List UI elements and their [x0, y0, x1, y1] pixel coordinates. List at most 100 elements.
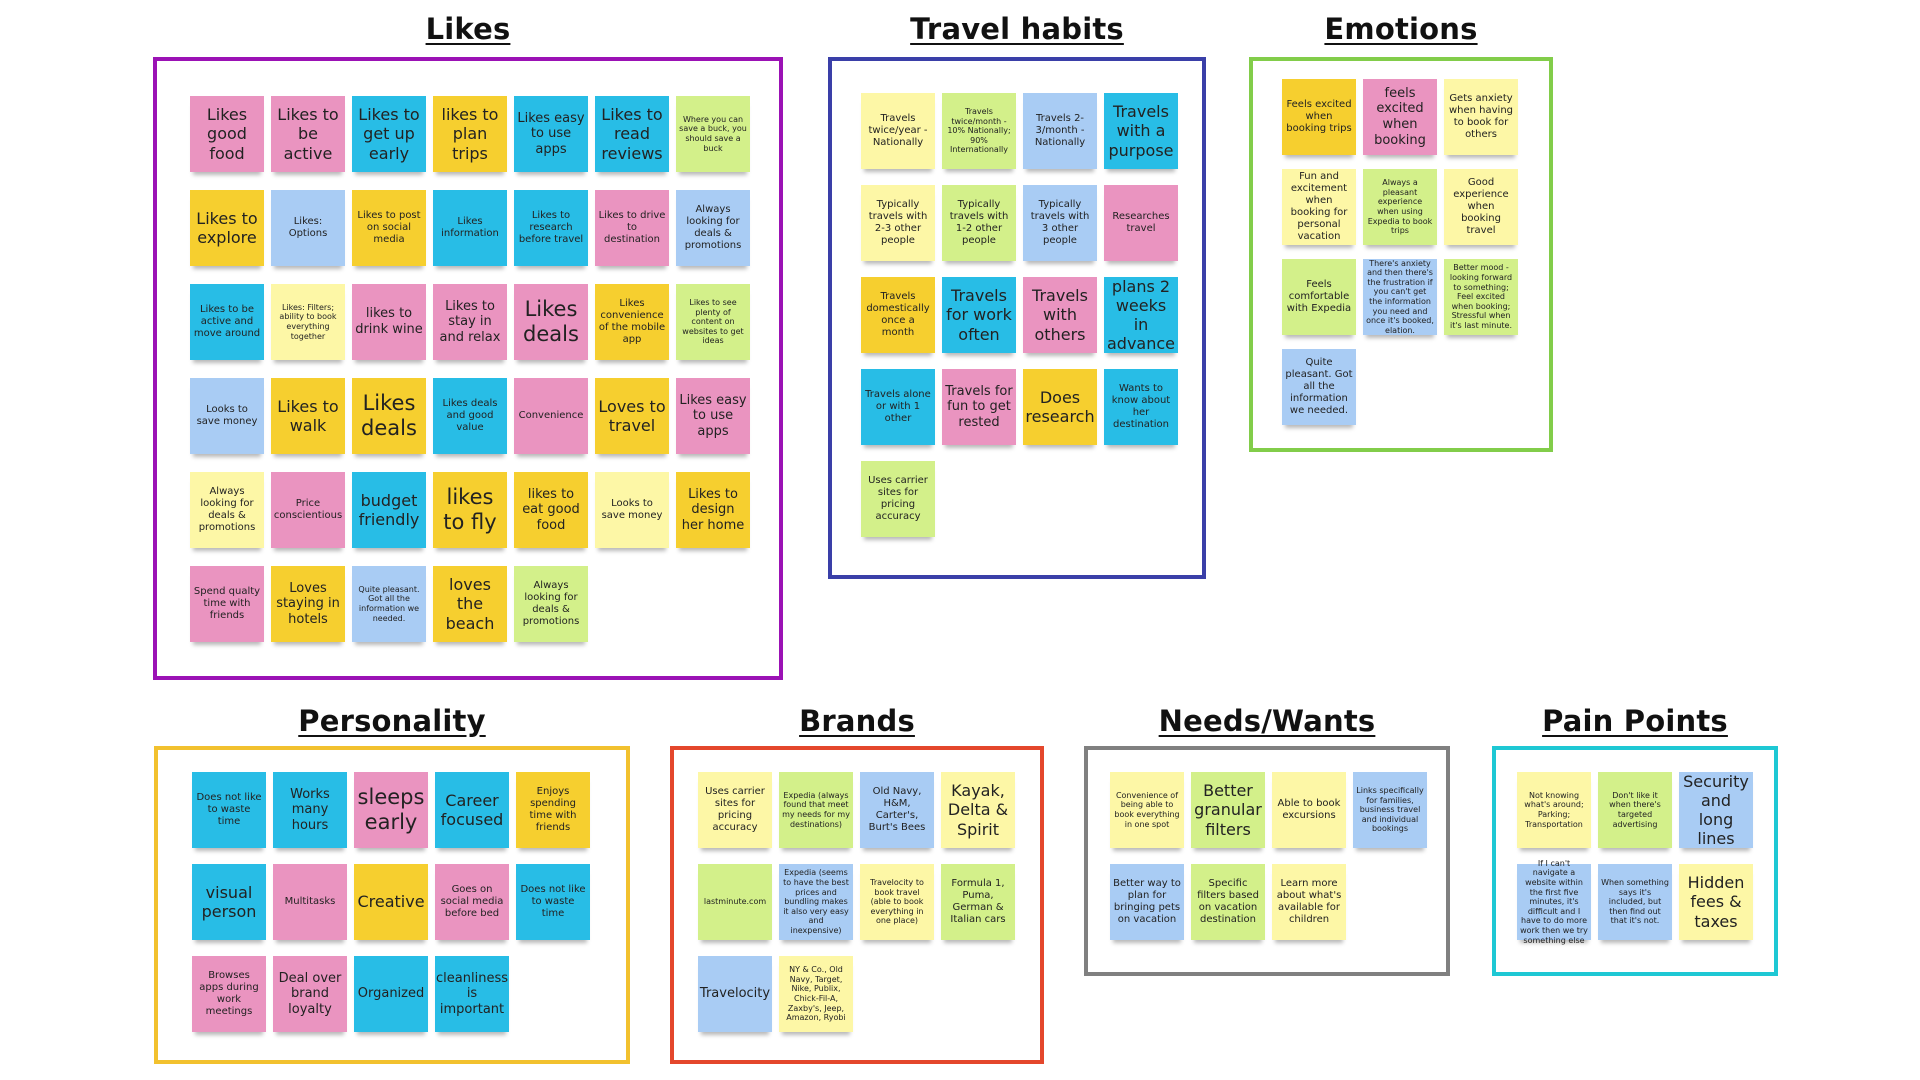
sticky-note[interactable]: Enjoys spending time with friends — [516, 772, 590, 848]
sticky-note[interactable]: Always looking for deals & promotions — [676, 190, 750, 266]
sticky-note[interactable]: Travelocity to book travel (able to book… — [860, 864, 934, 940]
sticky-note[interactable]: feels excited when booking — [1363, 79, 1437, 155]
sticky-note[interactable]: Able to book excursions — [1272, 772, 1346, 848]
sticky-note[interactable]: Where you can save a buck, you should sa… — [676, 96, 750, 172]
sticky-note[interactable]: likes to eat good food — [514, 472, 588, 548]
sticky-note[interactable]: Feels excited when booking trips — [1282, 79, 1356, 155]
sticky-note[interactable]: NY & Co., Old Navy, Target, Nike, Publix… — [779, 956, 853, 1032]
sticky-note[interactable]: Multitasks — [273, 864, 347, 940]
sticky-note[interactable]: Travelocity — [698, 956, 772, 1032]
sticky-note[interactable]: Looks to save money — [595, 472, 669, 548]
sticky-note[interactable]: Likes to be active and move around — [190, 284, 264, 360]
sticky-note[interactable]: Better granular filters — [1191, 772, 1265, 848]
sticky-note[interactable]: Uses carrier sites for pricing accuracy — [698, 772, 772, 848]
sticky-note[interactable]: When something says it's included, but t… — [1598, 864, 1672, 940]
sticky-note[interactable]: Convenience of being able to book everyt… — [1110, 772, 1184, 848]
sticky-note[interactable]: Typically travels with 1-2 other people — [942, 185, 1016, 261]
sticky-note[interactable]: Fun and excitement when booking for pers… — [1282, 169, 1356, 245]
sticky-note[interactable]: Likes easy to use apps — [676, 378, 750, 454]
sticky-note[interactable]: Wants to know about her destination — [1104, 369, 1178, 445]
sticky-note[interactable]: Loves to travel — [595, 378, 669, 454]
sticky-note[interactable]: Goes on social media before bed — [435, 864, 509, 940]
sticky-note[interactable]: Feels comfortable with Expedia — [1282, 259, 1356, 335]
sticky-note[interactable]: Likes convenience of the mobile app — [595, 284, 669, 360]
sticky-note[interactable]: Likes to see plenty of content on websit… — [676, 284, 750, 360]
sticky-note[interactable]: Travels alone or with 1 other — [861, 369, 935, 445]
sticky-note[interactable]: Security and long lines — [1679, 772, 1753, 848]
sticky-note[interactable]: Looks to save money — [190, 378, 264, 454]
sticky-note[interactable]: Always looking for deals & promotions — [514, 566, 588, 642]
sticky-note[interactable]: Travels twice/year - Nationally — [861, 93, 935, 169]
sticky-note[interactable]: Likes: Options — [271, 190, 345, 266]
sticky-note[interactable]: Don't like it when there's targeted adve… — [1598, 772, 1672, 848]
sticky-note[interactable]: visual person — [192, 864, 266, 940]
sticky-note[interactable]: Typically travels with 3 other people — [1023, 185, 1097, 261]
sticky-note[interactable]: cleanliness is important — [435, 956, 509, 1032]
sticky-note[interactable]: Kayak, Delta & Spirit — [941, 772, 1015, 848]
sticky-note[interactable]: sleeps early — [354, 772, 428, 848]
sticky-note[interactable]: Gets anxiety when having to book for oth… — [1444, 79, 1518, 155]
sticky-note[interactable]: Deal over brand loyalty — [273, 956, 347, 1032]
sticky-note[interactable]: Travels domestically once a month — [861, 277, 935, 353]
sticky-note[interactable]: Always a pleasant experience when using … — [1363, 169, 1437, 245]
sticky-note[interactable]: Travels for fun to get rested — [942, 369, 1016, 445]
sticky-note[interactable]: likes to drink wine — [352, 284, 426, 360]
sticky-note[interactable]: likes to fly — [433, 472, 507, 548]
sticky-note[interactable]: Better mood - looking forward to somethi… — [1444, 259, 1518, 335]
sticky-note[interactable]: Does not like to waste time — [192, 772, 266, 848]
sticky-note[interactable]: Likes to be active — [271, 96, 345, 172]
sticky-note[interactable]: Likes to drive to destination — [595, 190, 669, 266]
sticky-note[interactable]: Quite pleasant. Got all the information … — [352, 566, 426, 642]
sticky-note[interactable]: Specific filters based on vacation desti… — [1191, 864, 1265, 940]
sticky-note[interactable]: Likes deals and good value — [433, 378, 507, 454]
sticky-note[interactable]: Hidden fees & taxes — [1679, 864, 1753, 940]
sticky-note[interactable]: Likes to read reviews — [595, 96, 669, 172]
sticky-note[interactable]: Does research — [1023, 369, 1097, 445]
sticky-note[interactable]: budget friendly — [352, 472, 426, 548]
sticky-note[interactable]: Travels with a purpose — [1104, 93, 1178, 169]
sticky-note[interactable]: Travels twice/month - 10% Nationally; 90… — [942, 93, 1016, 169]
sticky-note[interactable]: Likes to design her home — [676, 472, 750, 548]
sticky-note[interactable]: Old Navy, H&M, Carter's, Burt's Bees — [860, 772, 934, 848]
sticky-note[interactable]: Quite pleasant. Got all the information … — [1282, 349, 1356, 425]
sticky-note[interactable]: Links specifically for families, busines… — [1353, 772, 1427, 848]
sticky-note[interactable]: Organized — [354, 956, 428, 1032]
sticky-note[interactable]: plans 2 weeks in advance — [1104, 277, 1178, 353]
sticky-note[interactable]: loves the beach — [433, 566, 507, 642]
sticky-note[interactable]: Likes to walk — [271, 378, 345, 454]
sticky-note[interactable]: Better way to plan for bringing pets on … — [1110, 864, 1184, 940]
sticky-note[interactable]: Travels with others — [1023, 277, 1097, 353]
sticky-note[interactable]: Likes easy to use apps — [514, 96, 588, 172]
sticky-note[interactable]: Learn more about what's available for ch… — [1272, 864, 1346, 940]
sticky-note[interactable]: Likes good food — [190, 96, 264, 172]
sticky-note[interactable]: Expedia (seems to have the best prices a… — [779, 864, 853, 940]
sticky-note[interactable]: Browses apps during work meetings — [192, 956, 266, 1032]
sticky-note[interactable]: There's anxiety and then there's the fru… — [1363, 259, 1437, 335]
sticky-note[interactable]: Convenience — [514, 378, 588, 454]
sticky-note[interactable]: Career focused — [435, 772, 509, 848]
sticky-note[interactable]: Always looking for deals & promotions — [190, 472, 264, 548]
sticky-note[interactable]: Works many hours — [273, 772, 347, 848]
sticky-note[interactable]: Loves staying in hotels — [271, 566, 345, 642]
sticky-note[interactable]: Travels for work often — [942, 277, 1016, 353]
sticky-note[interactable]: Typically travels with 2-3 other people — [861, 185, 935, 261]
sticky-note[interactable]: Likes to stay in and relax — [433, 284, 507, 360]
sticky-note[interactable]: If I can't navigate a website within the… — [1517, 859, 1591, 945]
sticky-note[interactable]: Likes information — [433, 190, 507, 266]
sticky-note[interactable]: Does not like to waste time — [516, 864, 590, 940]
sticky-note[interactable]: Uses carrier sites for pricing accuracy — [861, 461, 935, 537]
sticky-note[interactable]: Likes to get up early — [352, 96, 426, 172]
sticky-note[interactable]: Likes deals — [352, 378, 426, 454]
sticky-note[interactable]: lastminute.com — [698, 864, 772, 940]
sticky-note[interactable]: Price conscientious — [271, 472, 345, 548]
sticky-note[interactable]: Not knowing what's around; Parking; Tran… — [1517, 772, 1591, 848]
sticky-note[interactable]: Likes deals — [514, 284, 588, 360]
sticky-note[interactable]: Travels 2-3/month - Nationally — [1023, 93, 1097, 169]
sticky-note[interactable]: Expedia (always found that meet my needs… — [779, 772, 853, 848]
sticky-note[interactable]: Formula 1, Puma, German & Italian cars — [941, 864, 1015, 940]
sticky-note[interactable]: Creative — [354, 864, 428, 940]
sticky-note[interactable]: Likes to post on social media — [352, 190, 426, 266]
sticky-note[interactable]: Likes: Filters; ability to book everythi… — [271, 284, 345, 360]
sticky-note[interactable]: likes to plan trips — [433, 96, 507, 172]
sticky-note[interactable]: Spend qualty time with friends — [190, 566, 264, 642]
